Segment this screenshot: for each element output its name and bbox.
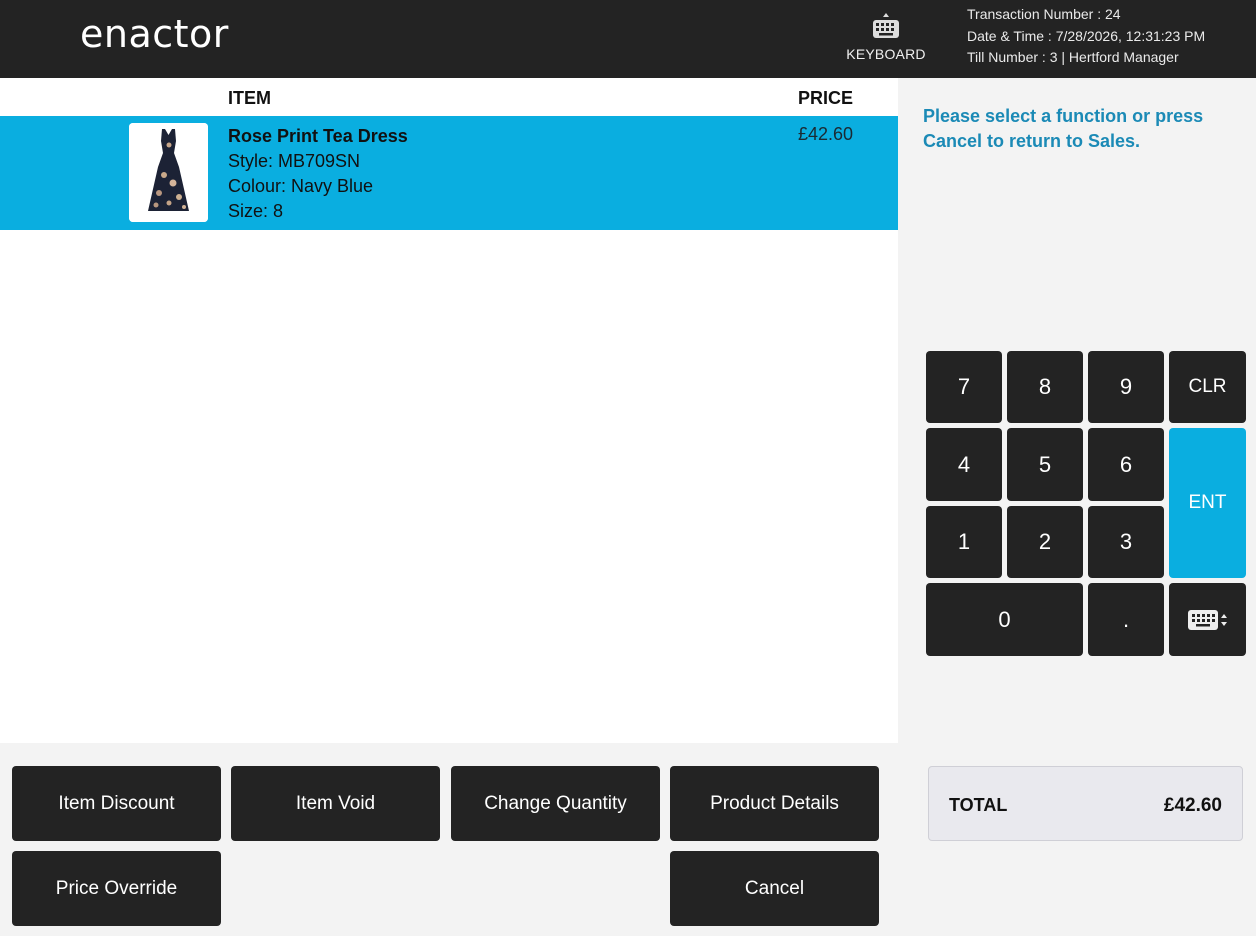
line-details: Rose Print Tea Dress Style: MB709SN Colo… — [228, 124, 408, 224]
item-discount-button[interactable]: Item Discount — [12, 766, 221, 841]
key-3[interactable]: 3 — [1088, 506, 1164, 578]
keyboard-label: KEYBOARD — [846, 46, 926, 62]
item-void-button[interactable]: Item Void — [231, 766, 440, 841]
basket-line-selected[interactable]: Rose Print Tea Dress Style: MB709SN Colo… — [0, 116, 898, 230]
total-label: TOTAL — [949, 795, 1008, 815]
product-details-button[interactable]: Product Details — [670, 766, 879, 841]
key-1[interactable]: 1 — [926, 506, 1002, 578]
product-image — [129, 123, 208, 222]
column-header-price: PRICE — [797, 88, 853, 108]
line-price: £42.60 — [797, 124, 853, 144]
key-decimal[interactable]: . — [1088, 583, 1164, 656]
product-name: Rose Print Tea Dress — [228, 126, 408, 146]
key-enter[interactable]: ENT — [1169, 428, 1246, 578]
keyboard-toggle-button[interactable] — [1169, 583, 1246, 656]
transaction-info: Transaction Number : 24 Date & Time : 7/… — [967, 4, 1205, 69]
product-size: Size: 8 — [228, 201, 284, 221]
price-override-button[interactable]: Price Override — [12, 851, 221, 926]
cancel-button[interactable]: Cancel — [670, 851, 879, 926]
key-5[interactable]: 5 — [1007, 428, 1083, 501]
basket-header: ITEM PRICE — [0, 78, 898, 116]
product-style: Style: MB709SN — [228, 151, 361, 171]
top-bar: enactor KEYBOARD Transaction Number : 24… — [0, 0, 1256, 78]
transaction-number: Transaction Number : 24 — [967, 6, 1121, 22]
pos-screen: enactor KEYBOARD Transaction Number : 24… — [0, 0, 1256, 936]
key-clear[interactable]: CLR — [1169, 351, 1246, 423]
date-time: Date & Time : 7/28/2026, 12:31:23 PM — [967, 27, 1206, 44]
key-7[interactable]: 7 — [926, 351, 1002, 423]
column-header-item: ITEM — [228, 88, 271, 108]
key-8[interactable]: 8 — [1007, 351, 1083, 423]
keyboard-button[interactable]: KEYBOARD — [840, 10, 932, 70]
key-2[interactable]: 2 — [1007, 506, 1083, 578]
logo-text: enactor — [80, 12, 229, 56]
product-colour: Colour: Navy Blue — [228, 176, 374, 196]
enactor-logo: enactor — [80, 12, 229, 56]
basket-panel: ITEM PRICE Rose Print Tea Dress Style: M… — [0, 78, 898, 743]
prompt-message: Please select a function or press Cancel… — [923, 106, 1204, 151]
keyboard-toggle-icon — [1187, 609, 1227, 630]
total-panel: TOTAL £42.60 — [928, 766, 1243, 841]
key-4[interactable]: 4 — [926, 428, 1002, 501]
dress-icon — [129, 123, 208, 222]
till-number: Till Number : 3 | Hertford Manager — [967, 49, 1179, 65]
change-quantity-button[interactable]: Change Quantity — [451, 766, 660, 841]
total-value: £42.60 — [1163, 795, 1222, 816]
key-9[interactable]: 9 — [1088, 351, 1164, 423]
key-0[interactable]: 0 — [926, 583, 1083, 656]
keyboard-icon — [873, 13, 899, 38]
key-6[interactable]: 6 — [1088, 428, 1164, 501]
